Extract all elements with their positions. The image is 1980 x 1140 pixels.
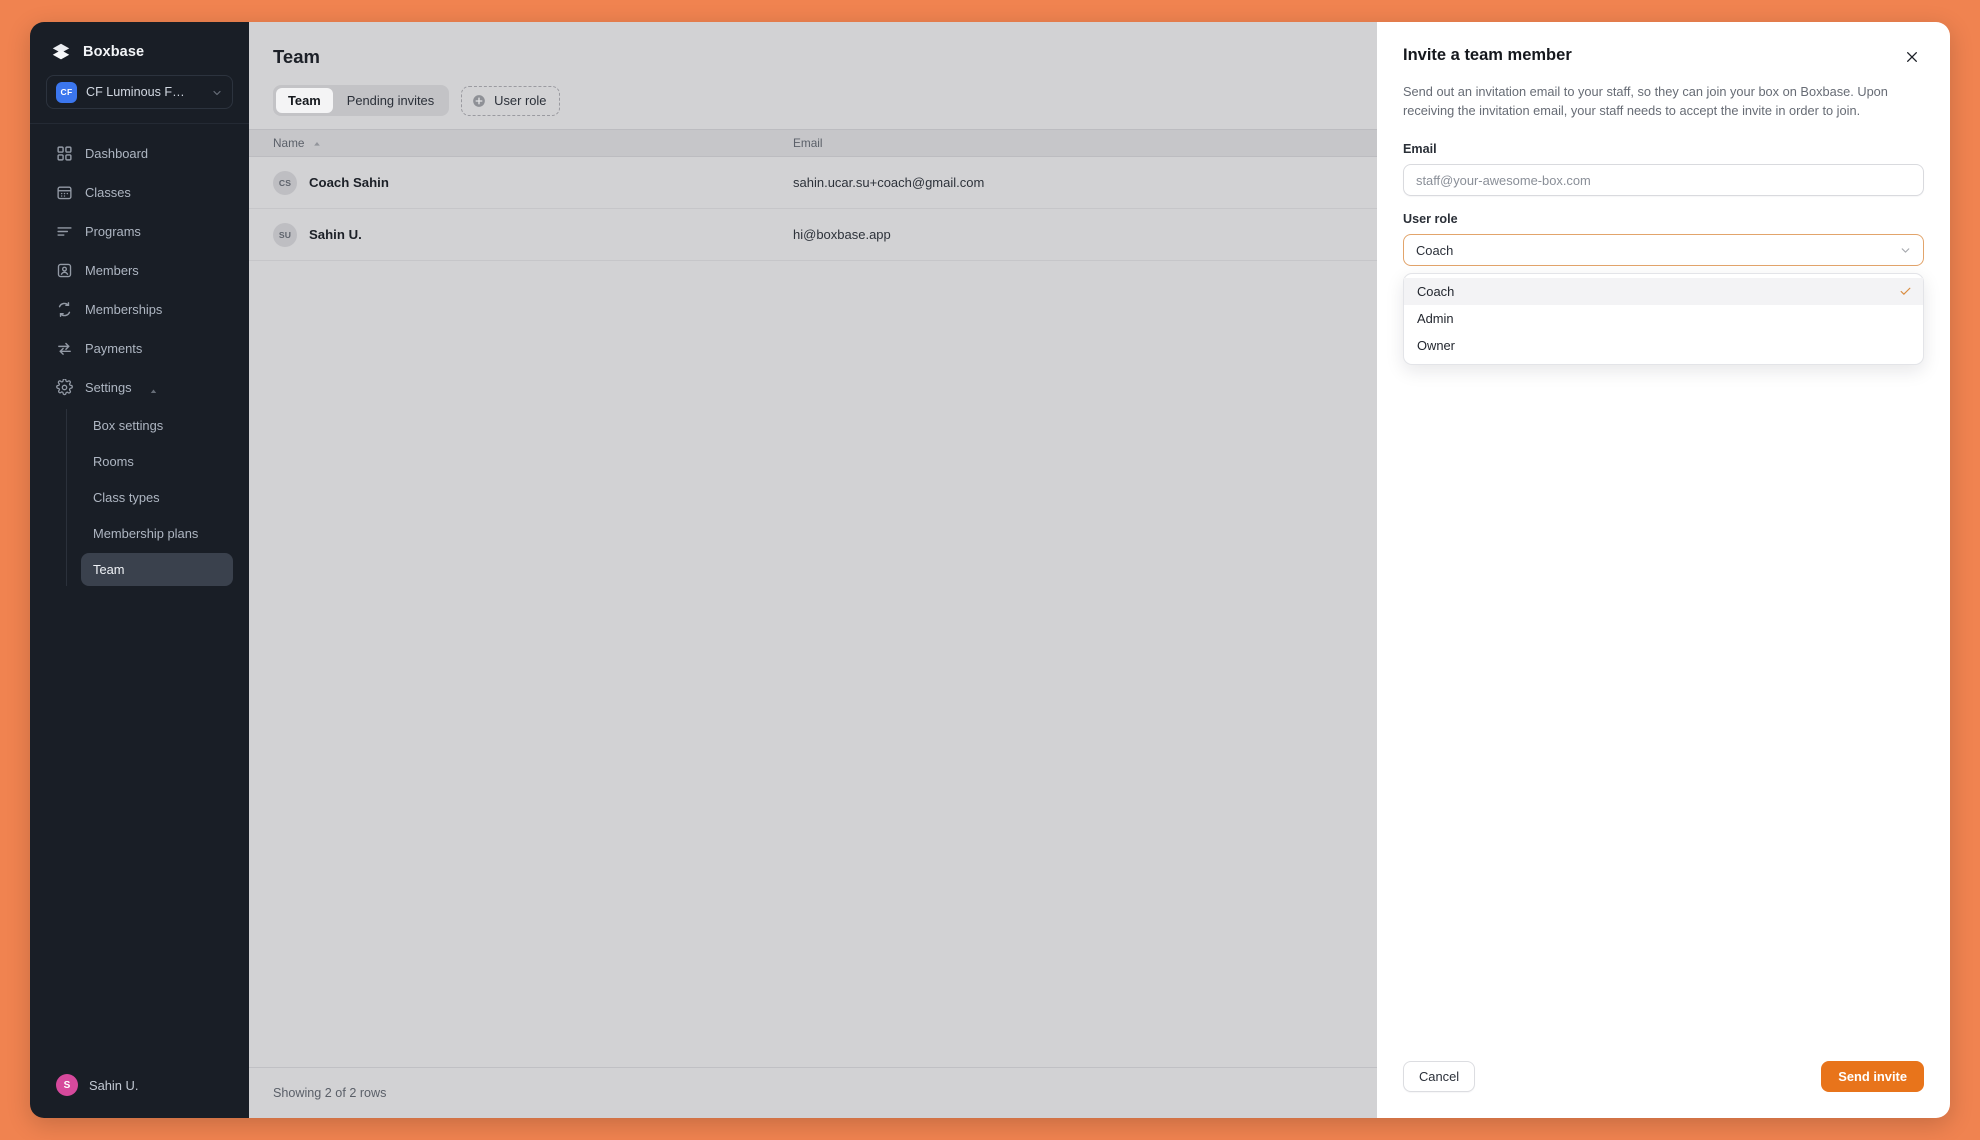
sidebar-item-settings[interactable]: Settings (46, 370, 233, 404)
avatar: SU (273, 223, 297, 247)
add-user-role-filter-button[interactable]: User role (461, 86, 560, 116)
panel-description: Send out an invitation email to your sta… (1403, 82, 1924, 120)
sidebar-item-dashboard[interactable]: Dashboard (46, 136, 233, 170)
panel-body: Email User role Coach Coach (1377, 120, 1950, 1041)
column-header-label: Email (793, 136, 823, 150)
table-row[interactable]: CS Coach Sahin sahin.ucar.su+coach@gmail… (249, 157, 1377, 209)
brand: Boxbase (30, 22, 249, 73)
sidebar-subitem-membership-plans[interactable]: Membership plans (81, 517, 233, 550)
check-icon (1899, 285, 1912, 298)
cell-name: CS Coach Sahin (273, 171, 793, 195)
sidebar-item-label: Settings (85, 380, 132, 395)
sidebar: Boxbase CF CF Luminous F… Dashboard (30, 22, 249, 1118)
gear-icon (56, 379, 73, 396)
layers-icon (50, 41, 72, 63)
main-content: Team Team Pending invites User role (249, 22, 1377, 1118)
sidebar-user-name: Sahin U. (89, 1078, 138, 1093)
sidebar-item-label: Members (85, 263, 139, 278)
dropdown-option-label: Admin (1417, 311, 1454, 326)
list-lines-icon (56, 223, 73, 240)
caret-up-icon (312, 138, 322, 148)
cancel-button[interactable]: Cancel (1403, 1061, 1475, 1092)
sidebar-subitem-box-settings[interactable]: Box settings (81, 409, 233, 442)
chevron-down-icon (211, 86, 223, 98)
org-name: CF Luminous F… (86, 85, 202, 99)
dropdown-option-owner[interactable]: Owner (1404, 332, 1923, 359)
sidebar-item-label: Payments (85, 341, 142, 356)
sidebar-user[interactable]: S Sahin U. (30, 1060, 249, 1118)
org-switcher[interactable]: CF CF Luminous F… (46, 75, 233, 109)
dropdown-option-label: Coach (1417, 284, 1454, 299)
toolbar: Team Pending invites User role (273, 85, 1353, 129)
user-card-icon (56, 262, 73, 279)
sidebar-item-label: Classes (85, 185, 131, 200)
cell-email: sahin.ucar.su+coach@gmail.com (793, 175, 1353, 190)
column-header-label: Name (273, 136, 304, 150)
email-field[interactable] (1403, 164, 1924, 196)
circle-plus-icon (472, 94, 486, 108)
sidebar-item-programs[interactable]: Programs (46, 214, 233, 248)
role-field-label: User role (1403, 212, 1924, 226)
sidebar-subitem-label: Rooms (93, 454, 134, 469)
table-row[interactable]: SU Sahin U. hi@boxbase.app (249, 209, 1377, 261)
sidebar-subitem-label: Box settings (93, 418, 163, 433)
app-shell: Boxbase CF CF Luminous F… Dashboard (30, 22, 1950, 1118)
filter-button-label: User role (494, 93, 546, 108)
sidebar-item-payments[interactable]: Payments (46, 331, 233, 365)
cell-email: hi@boxbase.app (793, 227, 1353, 242)
panel-header: Invite a team member Send out an invitat… (1377, 22, 1950, 120)
refresh-cycle-icon (56, 301, 73, 318)
org-initials-badge: CF (56, 82, 77, 103)
email-field-label: Email (1403, 142, 1924, 156)
sidebar-subitem-label: Membership plans (93, 526, 198, 541)
sidebar-item-label: Programs (85, 224, 141, 239)
brand-name: Boxbase (83, 44, 144, 60)
sidebar-subitem-team[interactable]: Team (81, 553, 233, 586)
user-role-selected-value: Coach (1416, 243, 1453, 258)
sidebar-item-label: Dashboard (85, 146, 148, 161)
table-footer-count: Showing 2 of 2 rows (249, 1067, 1377, 1118)
sidebar-subitem-class-types[interactable]: Class types (81, 481, 233, 514)
row-name: Coach Sahin (309, 175, 389, 190)
user-role-select[interactable]: Coach (1403, 234, 1924, 266)
sidebar-nav: Dashboard Classes (30, 124, 249, 1060)
transfer-arrows-icon (56, 340, 73, 357)
caret-up-icon (149, 383, 158, 392)
row-name: Sahin U. (309, 227, 362, 242)
sidebar-subitem-label: Class types (93, 490, 160, 505)
team-table: Name Email CS Coach Sahin sahin.ucar.su+… (249, 129, 1377, 1067)
column-header-name[interactable]: Name (273, 136, 793, 150)
column-header-email[interactable]: Email (793, 136, 1353, 150)
avatar: CS (273, 171, 297, 195)
sidebar-subitem-rooms[interactable]: Rooms (81, 445, 233, 478)
main-header: Team Team Pending invites User role (249, 22, 1377, 129)
close-icon[interactable] (1900, 45, 1924, 69)
dropdown-option-coach[interactable]: Coach (1404, 278, 1923, 305)
email-field-group: Email (1403, 142, 1924, 196)
avatar: S (56, 1074, 78, 1096)
user-role-dropdown: Coach Admin Owner (1403, 273, 1924, 365)
sidebar-item-classes[interactable]: Classes (46, 175, 233, 209)
chevron-down-icon (1899, 244, 1912, 257)
role-field-group: User role Coach Coach Admin (1403, 212, 1924, 365)
invite-panel: Invite a team member Send out an invitat… (1377, 22, 1950, 1118)
panel-footer: Cancel Send invite (1377, 1041, 1950, 1118)
cell-name: SU Sahin U. (273, 223, 793, 247)
sidebar-subitem-label: Team (93, 562, 125, 577)
tab-team[interactable]: Team (276, 88, 333, 113)
panel-title: Invite a team member (1403, 46, 1572, 65)
send-invite-button[interactable]: Send invite (1821, 1061, 1924, 1092)
dropdown-option-admin[interactable]: Admin (1404, 305, 1923, 332)
page-title: Team (273, 46, 1353, 68)
grid-icon (56, 145, 73, 162)
sidebar-item-label: Memberships (85, 302, 162, 317)
tab-group: Team Pending invites (273, 85, 449, 116)
sidebar-item-memberships[interactable]: Memberships (46, 292, 233, 326)
settings-subnav: Box settings Rooms Class types Membershi… (66, 409, 233, 586)
sidebar-item-members[interactable]: Members (46, 253, 233, 287)
calendar-icon (56, 184, 73, 201)
dropdown-option-label: Owner (1417, 338, 1455, 353)
table-header-row: Name Email (249, 129, 1377, 157)
tab-pending-invites[interactable]: Pending invites (335, 88, 446, 113)
